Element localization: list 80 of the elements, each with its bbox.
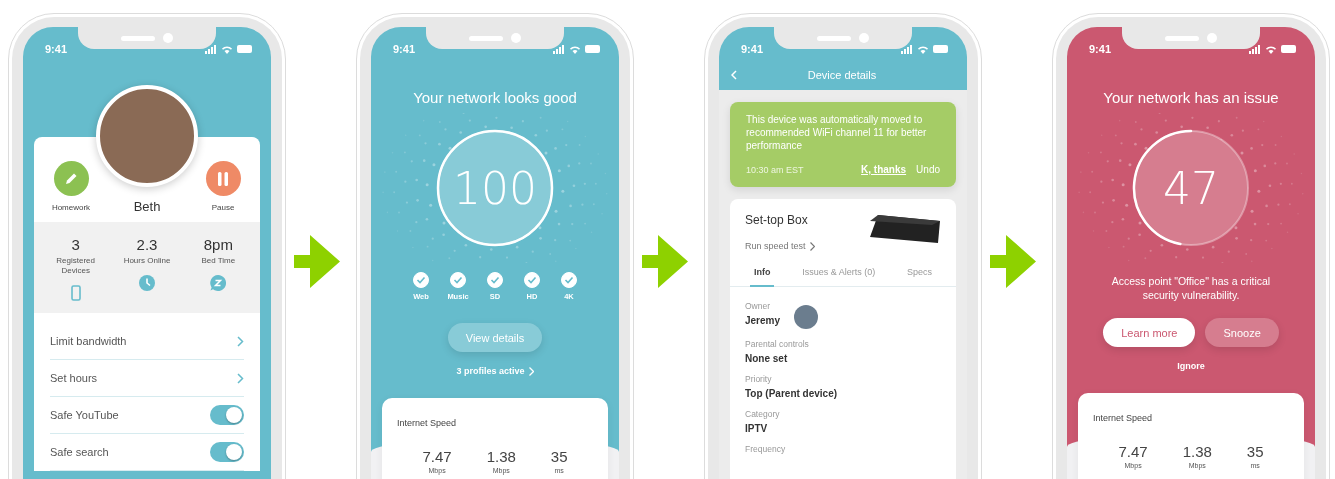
status-heading: Your network looks good: [412, 89, 578, 106]
metric-value: 1.38: [486, 448, 516, 465]
text-link[interactable]: Ignore: [1067, 361, 1315, 371]
chevron-right-icon: [528, 366, 534, 376]
field-value: IPTV: [745, 423, 769, 434]
toggle-switch[interactable]: [210, 442, 244, 462]
stat-label: Hours Online: [122, 256, 172, 266]
arrow-right-icon: [294, 235, 340, 288]
metric-value: 35: [1246, 443, 1264, 460]
battery-icon: [933, 45, 949, 53]
stat-label: Bed Time: [200, 256, 237, 266]
status-time: 9:41: [741, 43, 764, 55]
phone-icon: [70, 285, 81, 301]
field-value: Top (Parent device): [745, 388, 838, 399]
metric-value: 1.38: [1182, 443, 1212, 460]
status-time: 9:41: [45, 43, 68, 55]
action-label: Homework: [51, 203, 91, 212]
settings-row[interactable]: Set hours: [50, 360, 244, 397]
stat-value: 2.3: [136, 236, 158, 253]
field-label: Parental controls: [745, 339, 809, 349]
battery-icon: [237, 45, 253, 53]
notification-time: 10:30 am EST: [746, 164, 805, 175]
metric-value: 7.47: [1118, 443, 1148, 460]
signal-icon: [553, 44, 565, 54]
arrow-right-icon: [642, 235, 688, 288]
field-label: Frequency: [745, 444, 786, 454]
battery-icon: [1281, 45, 1297, 53]
action-button[interactable]: Snooze: [1205, 318, 1279, 347]
pause-button[interactable]: [205, 161, 241, 196]
back-icon[interactable]: [731, 70, 737, 80]
chevron-right-icon: [237, 335, 244, 347]
action-label: Pause: [211, 203, 235, 212]
card-title: Internet Speed: [397, 418, 457, 428]
signal-icon: [1249, 44, 1261, 54]
pause-icon: [217, 171, 229, 186]
speed-test-link[interactable]: Run speed test: [745, 241, 815, 251]
clock-icon: [139, 275, 155, 291]
network-score: 47: [1163, 162, 1219, 214]
owner-avatar-placeholder: [794, 305, 819, 329]
metric-value: 7.47: [422, 448, 452, 465]
network-score: 100: [453, 162, 537, 214]
settings-row[interactable]: Limit bandwidth: [50, 323, 244, 360]
signal-icon: [205, 44, 217, 54]
wifi-icon: [221, 44, 233, 54]
status-time: 9:41: [1089, 43, 1112, 55]
tab[interactable]: Specs: [903, 261, 937, 287]
stat-value: 3: [71, 236, 80, 253]
stat-value: 8pm: [203, 236, 233, 253]
wifi-icon: [1265, 44, 1277, 54]
mode-button[interactable]: [53, 161, 89, 196]
signal-icon: [901, 44, 913, 54]
settings-row[interactable]: Safe YouTube: [50, 397, 244, 434]
toggle-switch[interactable]: [210, 405, 244, 425]
tab[interactable]: Info: [749, 261, 775, 287]
card-title: Internet Speed: [1093, 413, 1153, 423]
wifi-icon: [569, 44, 581, 54]
field-label: Category: [745, 409, 780, 419]
status-time: 9:41: [393, 43, 416, 55]
profile-name: Beth: [133, 199, 161, 214]
notification-text: This device was automatically moved to recommended WiFi channel 11 for better performance: [746, 113, 928, 152]
device-name: Set-top Box: [745, 213, 809, 227]
field-label: Priority: [745, 374, 773, 384]
metric-value: 35: [550, 448, 568, 465]
stat-label: Registered Devices: [55, 256, 96, 276]
screen-title: Device details: [806, 69, 878, 81]
arrow-right-icon: [990, 235, 1036, 288]
sleep-bubble-icon: [210, 275, 227, 291]
action-button[interactable]: Learn more: [1103, 318, 1196, 347]
settings-row[interactable]: Safe search: [50, 434, 244, 471]
wifi-icon: [917, 44, 929, 54]
chevron-right-icon: [237, 372, 244, 384]
status-heading: Your network has an issue: [1102, 89, 1280, 106]
issue-message: Access point "Office" has a critical security vulnerability.: [1110, 274, 1272, 302]
text-link[interactable]: 3 profiles active: [371, 366, 619, 376]
field-value: None set: [745, 353, 789, 364]
tab[interactable]: Issues & Alerts (0): [798, 261, 880, 287]
field-label: Owner: [745, 300, 772, 311]
chevron-right-icon: [809, 241, 815, 251]
battery-icon: [585, 45, 601, 53]
field-value: Jeremy: [745, 314, 781, 326]
